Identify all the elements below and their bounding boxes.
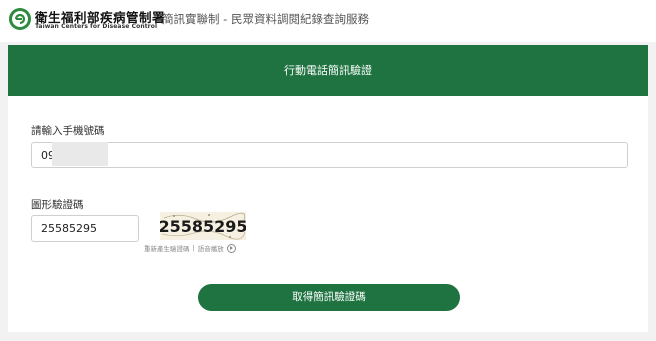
captcha-input-value: 25585295 xyxy=(41,222,97,235)
cdc-logo-icon xyxy=(9,8,31,30)
site-header: 衛生福利部疾病管制署 Taiwan Centers for Disease Co… xyxy=(0,0,656,42)
captcha-input[interactable]: 25585295 xyxy=(31,215,139,242)
captcha-links: 重新產生驗證碼 | 語音播放 xyxy=(144,243,236,253)
audio-captcha-link[interactable]: 語音播放 xyxy=(198,243,224,253)
get-sms-code-button[interactable]: 取得簡訊驗證碼 xyxy=(198,284,460,311)
org-subtitle: Taiwan Centers for Disease Control xyxy=(35,23,158,30)
play-circle-icon[interactable] xyxy=(226,243,236,253)
captcha-image: 25585295 xyxy=(160,212,246,240)
captcha-image-text: 25585295 xyxy=(160,217,246,236)
phone-input[interactable]: 09 xyxy=(31,142,628,168)
refresh-captcha-link[interactable]: 重新產生驗證碼 xyxy=(144,243,190,253)
service-title: 簡訊實聯制 - 民眾資料調閱紀錄查詢服務 xyxy=(162,12,369,26)
page-title-banner: 行動電話簡訊驗證 xyxy=(8,45,648,96)
phone-label: 請輸入手機號碼 xyxy=(31,125,105,137)
captcha-label: 圖形驗證碼 xyxy=(31,199,84,211)
redaction-mask xyxy=(52,142,108,166)
link-separator: | xyxy=(192,244,195,252)
